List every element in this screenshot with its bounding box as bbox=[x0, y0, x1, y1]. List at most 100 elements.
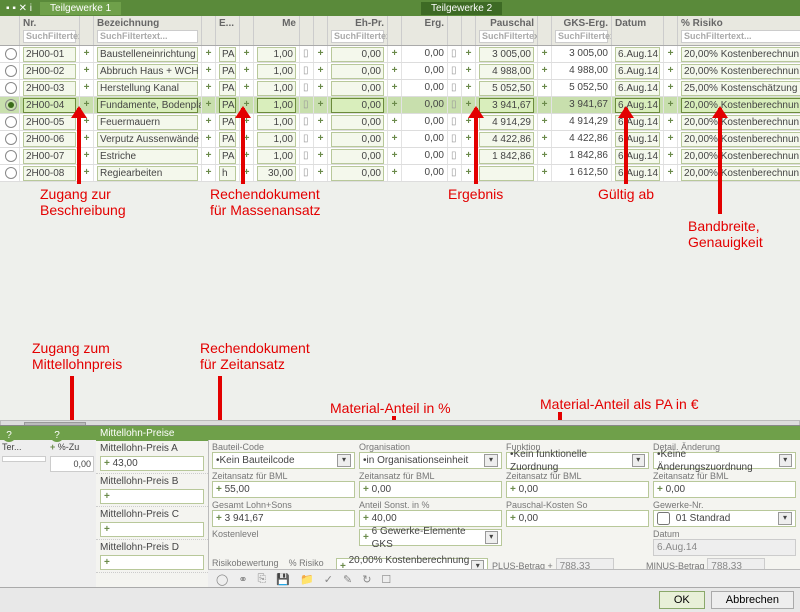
plus-icon[interactable]: + bbox=[668, 65, 674, 76]
new-icon[interactable]: ◯ bbox=[216, 573, 228, 586]
doc-icon[interactable]: ▯ bbox=[448, 97, 462, 113]
table-row[interactable]: 2H00-02+Abbruch Haus + WCH+PA+1,00▯+0,00… bbox=[0, 63, 800, 80]
plus-icon[interactable]: + bbox=[392, 150, 398, 161]
plus-icon[interactable]: + bbox=[244, 99, 250, 110]
folder-icon[interactable]: 📁 bbox=[300, 573, 314, 586]
filter-nr[interactable]: SuchFiltertext... bbox=[23, 30, 76, 43]
ml-d-field[interactable]: + bbox=[100, 555, 204, 570]
filter-risk[interactable]: SuchFiltertext... bbox=[681, 30, 800, 43]
plus-icon[interactable]: + bbox=[318, 82, 324, 93]
plus-icon[interactable]: + bbox=[318, 99, 324, 110]
funk-select[interactable]: •Kein funktionelle Zuordnung▾ bbox=[506, 452, 649, 469]
plus-icon[interactable]: + bbox=[206, 150, 212, 161]
plus-icon[interactable]: + bbox=[244, 116, 250, 127]
plus-icon[interactable]: + bbox=[318, 48, 324, 59]
plus-icon[interactable]: + bbox=[392, 65, 398, 76]
table-row[interactable]: 2H00-03+Herstellung Kanal+PA+1,00▯+0,00+… bbox=[0, 80, 800, 97]
doc-icon[interactable]: ▯ bbox=[448, 46, 462, 62]
plus-icon[interactable]: + bbox=[542, 150, 548, 161]
row-radio[interactable] bbox=[5, 167, 17, 179]
row-radio[interactable] bbox=[5, 48, 17, 60]
doc-icon[interactable]: ▯ bbox=[448, 148, 462, 164]
plus-icon[interactable]: + bbox=[84, 116, 90, 127]
zbml2-field[interactable]: + 0,00 bbox=[359, 481, 502, 498]
plus-icon[interactable]: + bbox=[542, 133, 548, 144]
ml-c-field[interactable]: + bbox=[100, 522, 204, 537]
plus-icon[interactable]: + bbox=[84, 99, 90, 110]
plus-icon[interactable]: + bbox=[318, 116, 324, 127]
plus-icon[interactable]: + bbox=[668, 150, 674, 161]
plus-icon[interactable]: + bbox=[244, 133, 250, 144]
plus-icon[interactable]: + bbox=[466, 99, 472, 110]
edit-icon[interactable]: ✎ bbox=[343, 573, 352, 586]
plus-icon[interactable]: + bbox=[206, 99, 212, 110]
doc-icon[interactable]: ▯ bbox=[448, 114, 462, 130]
cancel-button[interactable]: Abbrechen bbox=[711, 591, 794, 609]
plus-icon[interactable]: + bbox=[466, 150, 472, 161]
plus-icon[interactable]: + bbox=[84, 167, 90, 178]
filter-gks[interactable]: SuchFiltertext... bbox=[555, 30, 608, 43]
org-select[interactable]: •in Organisationseinheit▾ bbox=[359, 452, 502, 469]
det-select[interactable]: •Keine Änderungszuordnung▾ bbox=[653, 452, 796, 469]
save-icon[interactable]: 💾 bbox=[276, 573, 290, 586]
doc-icon[interactable]: ▯ bbox=[300, 80, 314, 96]
plus-icon[interactable]: + bbox=[206, 48, 212, 59]
plus-icon[interactable]: + bbox=[668, 82, 674, 93]
plus-icon[interactable]: + bbox=[392, 82, 398, 93]
plus-icon[interactable]: + bbox=[392, 116, 398, 127]
filter-bez[interactable]: SuchFiltertext... bbox=[97, 30, 198, 43]
chevron-down-icon[interactable]: ▾ bbox=[778, 512, 792, 525]
chevron-down-icon[interactable]: ▾ bbox=[484, 454, 498, 467]
gesamt-field[interactable]: + 3 941,67 bbox=[212, 510, 355, 527]
check-icon[interactable]: ✓ bbox=[324, 573, 333, 586]
ml-a-field[interactable]: + 43,00 bbox=[100, 456, 204, 471]
doc-icon[interactable]: ▯ bbox=[448, 165, 462, 181]
plus-icon[interactable]: + bbox=[542, 65, 548, 76]
filter-ehpr[interactable]: SuchFiltertext... bbox=[331, 30, 384, 43]
bauteil-select[interactable]: •Kein Bauteilcode▾ bbox=[212, 452, 355, 469]
doc-icon[interactable]: ▯ bbox=[448, 80, 462, 96]
plus-icon[interactable]: + bbox=[466, 65, 472, 76]
plus-icon[interactable]: + bbox=[84, 150, 90, 161]
help-icon[interactable]: ? bbox=[50, 428, 64, 442]
plus-icon[interactable]: + bbox=[206, 116, 212, 127]
plus-icon[interactable]: + bbox=[84, 65, 90, 76]
row-radio[interactable] bbox=[5, 99, 17, 111]
plus-icon[interactable]: + bbox=[206, 167, 212, 178]
row-radio[interactable] bbox=[5, 82, 17, 94]
pzu-field[interactable]: 0,00 bbox=[50, 456, 94, 472]
plus-icon[interactable]: + bbox=[542, 99, 548, 110]
plus-icon[interactable]: + bbox=[318, 167, 324, 178]
chevron-down-icon[interactable]: ▾ bbox=[779, 454, 792, 467]
plus-icon[interactable]: + bbox=[392, 167, 398, 178]
zbml3-field[interactable]: + 0,00 bbox=[506, 481, 649, 498]
table-row[interactable]: 2H00-06+Verputz Aussenwände+PA+1,00▯+0,0… bbox=[0, 131, 800, 148]
table-row[interactable]: 2H00-04+Fundamente, Bodenplat+PA+1,00▯+0… bbox=[0, 97, 800, 114]
filter-pau[interactable]: SuchFiltertext... bbox=[479, 30, 534, 43]
plus-icon[interactable]: + bbox=[244, 48, 250, 59]
chevron-down-icon[interactable]: ▾ bbox=[485, 531, 499, 544]
plus-icon[interactable]: + bbox=[466, 48, 472, 59]
doc-icon[interactable]: ▯ bbox=[300, 114, 314, 130]
plus-icon[interactable]: + bbox=[668, 167, 674, 178]
plus-icon[interactable]: + bbox=[542, 167, 548, 178]
plus-icon[interactable]: + bbox=[84, 82, 90, 93]
plus-icon[interactable]: + bbox=[244, 65, 250, 76]
row-radio[interactable] bbox=[5, 65, 17, 77]
plus-icon[interactable]: + bbox=[392, 99, 398, 110]
plus-icon[interactable]: + bbox=[244, 167, 250, 178]
doc-icon[interactable]: ▯ bbox=[300, 97, 314, 113]
doc-icon[interactable]: ▯ bbox=[448, 63, 462, 79]
plus-icon[interactable]: + bbox=[668, 116, 674, 127]
refresh-icon[interactable]: ↻ bbox=[362, 573, 371, 586]
plus-icon[interactable]: + bbox=[466, 133, 472, 144]
gew-select[interactable]: 01 Standrad▾ bbox=[653, 510, 796, 527]
plus-icon[interactable]: + bbox=[466, 167, 472, 178]
plus-icon[interactable]: + bbox=[392, 133, 398, 144]
plus-icon[interactable]: + bbox=[668, 133, 674, 144]
table-row[interactable]: 2H00-07+Estriche+PA+1,00▯+0,00+0,00▯+1 8… bbox=[0, 148, 800, 165]
chevron-down-icon[interactable]: ▾ bbox=[632, 454, 645, 467]
plus-icon[interactable]: + bbox=[84, 133, 90, 144]
plus-icon[interactable]: + bbox=[84, 48, 90, 59]
gew-checkbox[interactable] bbox=[657, 512, 670, 525]
